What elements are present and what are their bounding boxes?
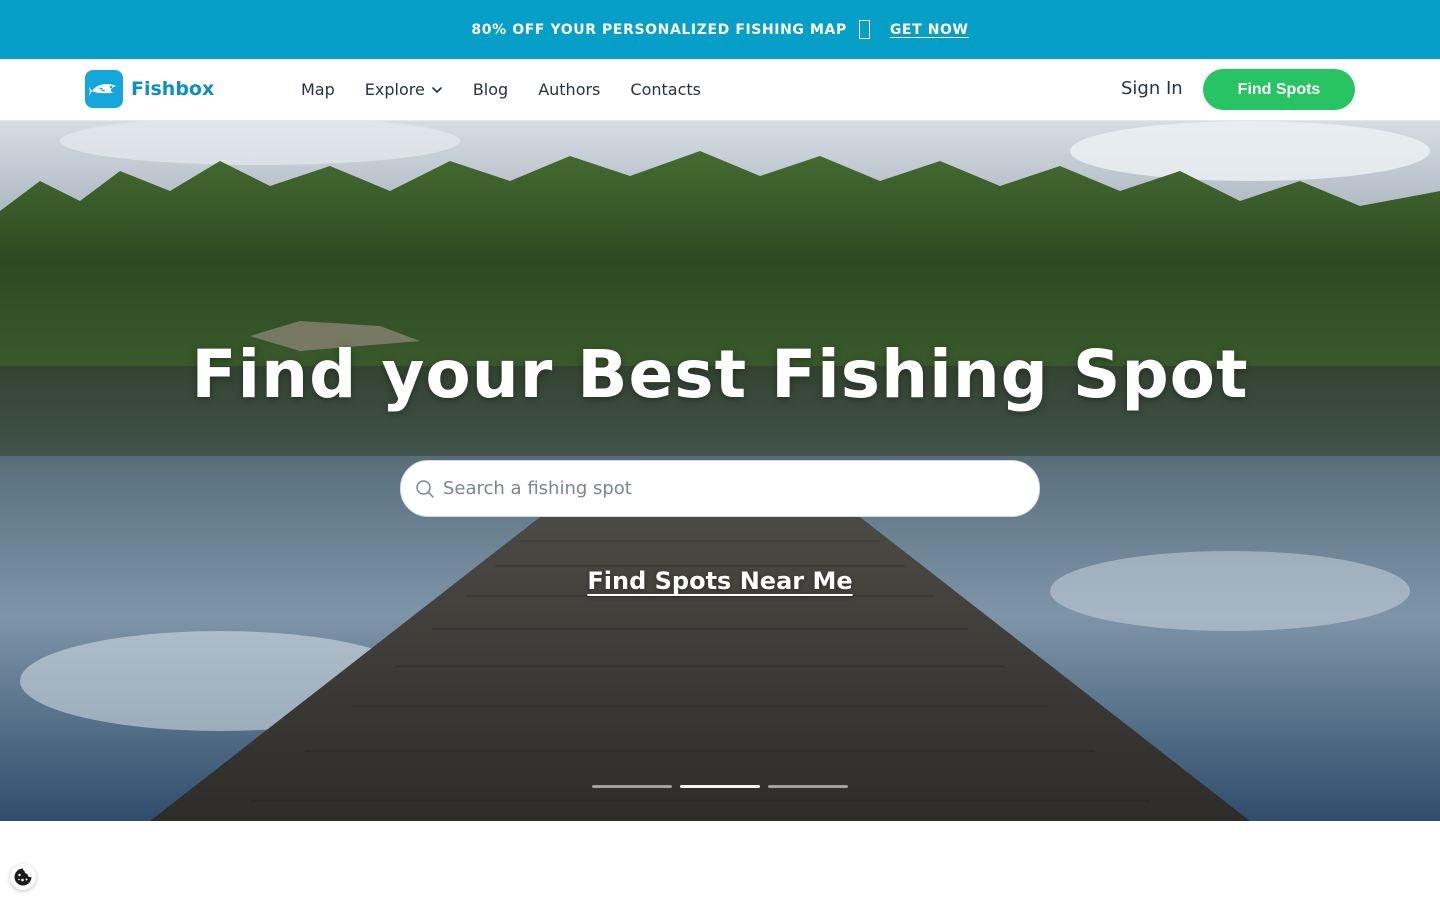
search-input[interactable] (443, 478, 1003, 499)
carousel-dot-2[interactable] (680, 785, 760, 788)
nav-item-contacts[interactable]: Contacts (630, 80, 701, 99)
logo-text: Fishbox (131, 78, 215, 100)
site-header: Fishbox Map Explore Blog Authors Contact… (0, 59, 1440, 121)
nav-item-explore[interactable]: Explore (365, 80, 443, 99)
sign-in-link[interactable]: Sign In (1121, 78, 1183, 99)
carousel-dot-3[interactable] (768, 785, 848, 788)
get-now-link[interactable]: GET NOW (890, 22, 969, 38)
nav-item-map[interactable]: Map (301, 80, 335, 99)
main-nav: Map Explore Blog Authors Contacts (301, 59, 701, 120)
nav-item-authors[interactable]: Authors (538, 80, 600, 99)
promo-text: 80% OFF YOUR PERSONALIZED FISHING MAP (471, 21, 847, 38)
hero-section: Find your Best Fishing Spot Find Spots N… (0, 121, 1440, 821)
find-spots-near-me-link[interactable]: Find Spots Near Me (587, 567, 852, 595)
nav-item-blog[interactable]: Blog (473, 80, 508, 99)
near-me-wrap: Find Spots Near Me (0, 567, 1440, 595)
find-spots-button[interactable]: Find Spots (1203, 69, 1355, 110)
logo-link[interactable]: Fishbox (85, 70, 214, 108)
chevron-down-icon (432, 86, 442, 93)
nav-item-explore-label: Explore (364, 80, 425, 99)
search-icon (416, 479, 434, 498)
cookie-settings-button[interactable] (10, 864, 36, 890)
cookie-icon (14, 868, 32, 886)
promo-banner: 80% OFF YOUR PERSONALIZED FISHING MAP GE… (0, 0, 1440, 59)
hero-title: Find your Best Fishing Spot (191, 336, 1249, 413)
carousel-indicators (592, 785, 848, 788)
fish-logo-icon (85, 70, 123, 108)
search-bar (400, 460, 1040, 517)
promo-glyph-icon (858, 20, 870, 39)
carousel-dot-1[interactable] (592, 785, 672, 788)
